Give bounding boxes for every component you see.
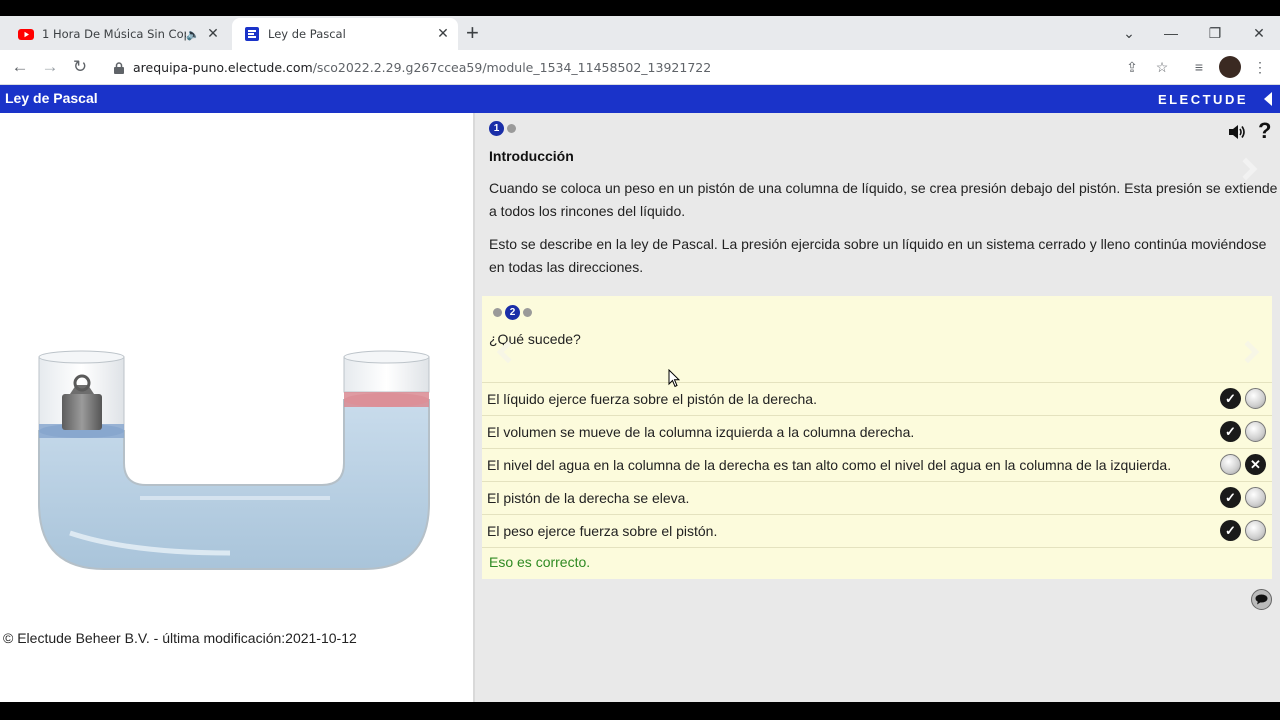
statement-text: El peso ejerce fuerza sobre el pistón. — [487, 523, 718, 539]
statement-text: El líquido ejerce fuerza sobre el pistón… — [487, 391, 817, 407]
unselected-cross-button[interactable] — [1245, 487, 1266, 508]
unselected-cross-button[interactable] — [1245, 520, 1266, 541]
more-menu-icon[interactable]: ⋮ — [1249, 56, 1271, 78]
electude-logo: ELECTUDE — [1157, 92, 1248, 107]
statement-row[interactable]: El nivel del agua en la columna de la de… — [482, 448, 1272, 481]
check-icon[interactable]: ✓ — [1220, 487, 1241, 508]
bottom-bar — [0, 702, 1280, 720]
content-pane: 1 ? Introducción Cuando se coloca un pes… — [475, 113, 1280, 702]
statement-text: El pistón de la derecha se eleva. — [487, 490, 690, 506]
new-tab-button[interactable]: + — [466, 22, 479, 44]
intro-paragraph-2: Esto se describe en la ley de Pascal. La… — [489, 236, 1267, 275]
check-icon[interactable]: ✓ — [1220, 388, 1241, 409]
chat-bubble-icon[interactable] — [1251, 589, 1272, 610]
step-dot[interactable] — [523, 308, 532, 317]
electude-favicon-icon — [245, 27, 259, 41]
step-dot[interactable] — [507, 124, 516, 133]
unselected-cross-button[interactable] — [1245, 421, 1266, 442]
check-icon[interactable]: ✓ — [1220, 520, 1241, 541]
row-divider — [482, 547, 1272, 548]
step-1-dot[interactable]: 1 — [489, 121, 504, 136]
question-box: 2 ¿Qué sucede? El líquido ejerce fuerza … — [482, 296, 1272, 579]
close-window-button[interactable]: ✕ — [1236, 18, 1280, 48]
profile-avatar[interactable] — [1219, 56, 1241, 78]
tab-ley-de-pascal[interactable]: Ley de Pascal ✕ — [232, 18, 458, 50]
intro-step-indicator: 1 — [489, 121, 516, 136]
app-header: Ley de Pascal ELECTUDE — [0, 85, 1280, 113]
restore-button[interactable]: ❐ — [1192, 18, 1238, 48]
speaker-icon[interactable]: 🔈 — [186, 28, 200, 41]
browser-tab-strip: 1 Hora De Música Sin Copyri 🔈 ✕ Ley de P… — [0, 16, 1280, 50]
statement-text: El volumen se mueve de la columna izquie… — [487, 424, 915, 440]
statement-row[interactable]: El volumen se mueve de la columna izquie… — [482, 415, 1272, 448]
tab-title: Ley de Pascal — [268, 27, 346, 41]
statement-row[interactable]: El pistón de la derecha se eleva. ✓ — [482, 481, 1272, 514]
unselected-cross-button[interactable] — [1245, 388, 1266, 409]
statement-row[interactable]: El líquido ejerce fuerza sobre el pistón… — [482, 382, 1272, 415]
next-arrow-icon[interactable] — [1236, 340, 1260, 364]
media-control-icon[interactable]: ≡ — [1188, 56, 1210, 78]
page-title: Ley de Pascal — [5, 90, 98, 106]
forward-arrow-icon[interactable]: → — [38, 55, 62, 79]
statement-text: El nivel del agua en la columna de la de… — [487, 457, 1172, 473]
tab-search-icon[interactable]: ⌄ — [1106, 18, 1152, 48]
browser-toolbar: ← → ↻ arequipa-puno.electude.com/sco2022… — [0, 50, 1280, 85]
help-icon[interactable]: ? — [1258, 118, 1271, 144]
unselected-check-button[interactable] — [1220, 454, 1241, 475]
tab-youtube[interactable]: 1 Hora De Música Sin Copyri 🔈 ✕ — [8, 18, 228, 50]
url-path: /sco2022.2.29.g267ccea59/module_1534_114… — [312, 60, 712, 75]
intro-paragraph-1: Cuando se coloca un peso en un pistón de… — [489, 180, 1278, 219]
back-arrow-icon[interactable]: ← — [8, 55, 32, 79]
tab-title: 1 Hora De Música Sin Copyri — [42, 27, 186, 41]
url-host: arequipa-puno.electude.com — [133, 60, 313, 75]
copyright-text: © Electude Beheer B.V. - última modifica… — [3, 630, 357, 646]
section-title: Introducción — [489, 148, 574, 164]
check-icon[interactable]: ✓ — [1220, 421, 1241, 442]
illustration-pane: © Electude Beheer B.V. - última modifica… — [0, 113, 473, 702]
lock-icon — [114, 61, 124, 74]
cross-icon[interactable]: ✕ — [1245, 454, 1266, 475]
u-tube-illustration — [38, 350, 430, 570]
step-dot[interactable] — [493, 308, 502, 317]
close-tab-icon[interactable]: ✕ — [434, 25, 452, 43]
question-step-indicator: 2 — [493, 305, 532, 320]
youtube-icon — [18, 29, 34, 40]
feedback-text: Eso es correcto. — [489, 554, 591, 570]
mouse-cursor-icon — [668, 369, 680, 388]
share-icon[interactable]: ⇪ — [1121, 56, 1143, 78]
bookmark-star-icon[interactable]: ☆ — [1151, 56, 1173, 78]
close-tab-icon[interactable]: ✕ — [204, 25, 222, 43]
collapse-arrow-icon[interactable] — [1264, 92, 1272, 106]
step-2-dot[interactable]: 2 — [505, 305, 520, 320]
minimize-button[interactable]: — — [1148, 18, 1194, 48]
reload-icon[interactable]: ↻ — [68, 55, 92, 79]
statement-row[interactable]: El peso ejerce fuerza sobre el pistón. ✓ — [482, 514, 1272, 547]
address-bar[interactable]: arequipa-puno.electude.com/sco2022.2.29.… — [102, 53, 1182, 82]
speaker-icon[interactable] — [1227, 123, 1247, 141]
